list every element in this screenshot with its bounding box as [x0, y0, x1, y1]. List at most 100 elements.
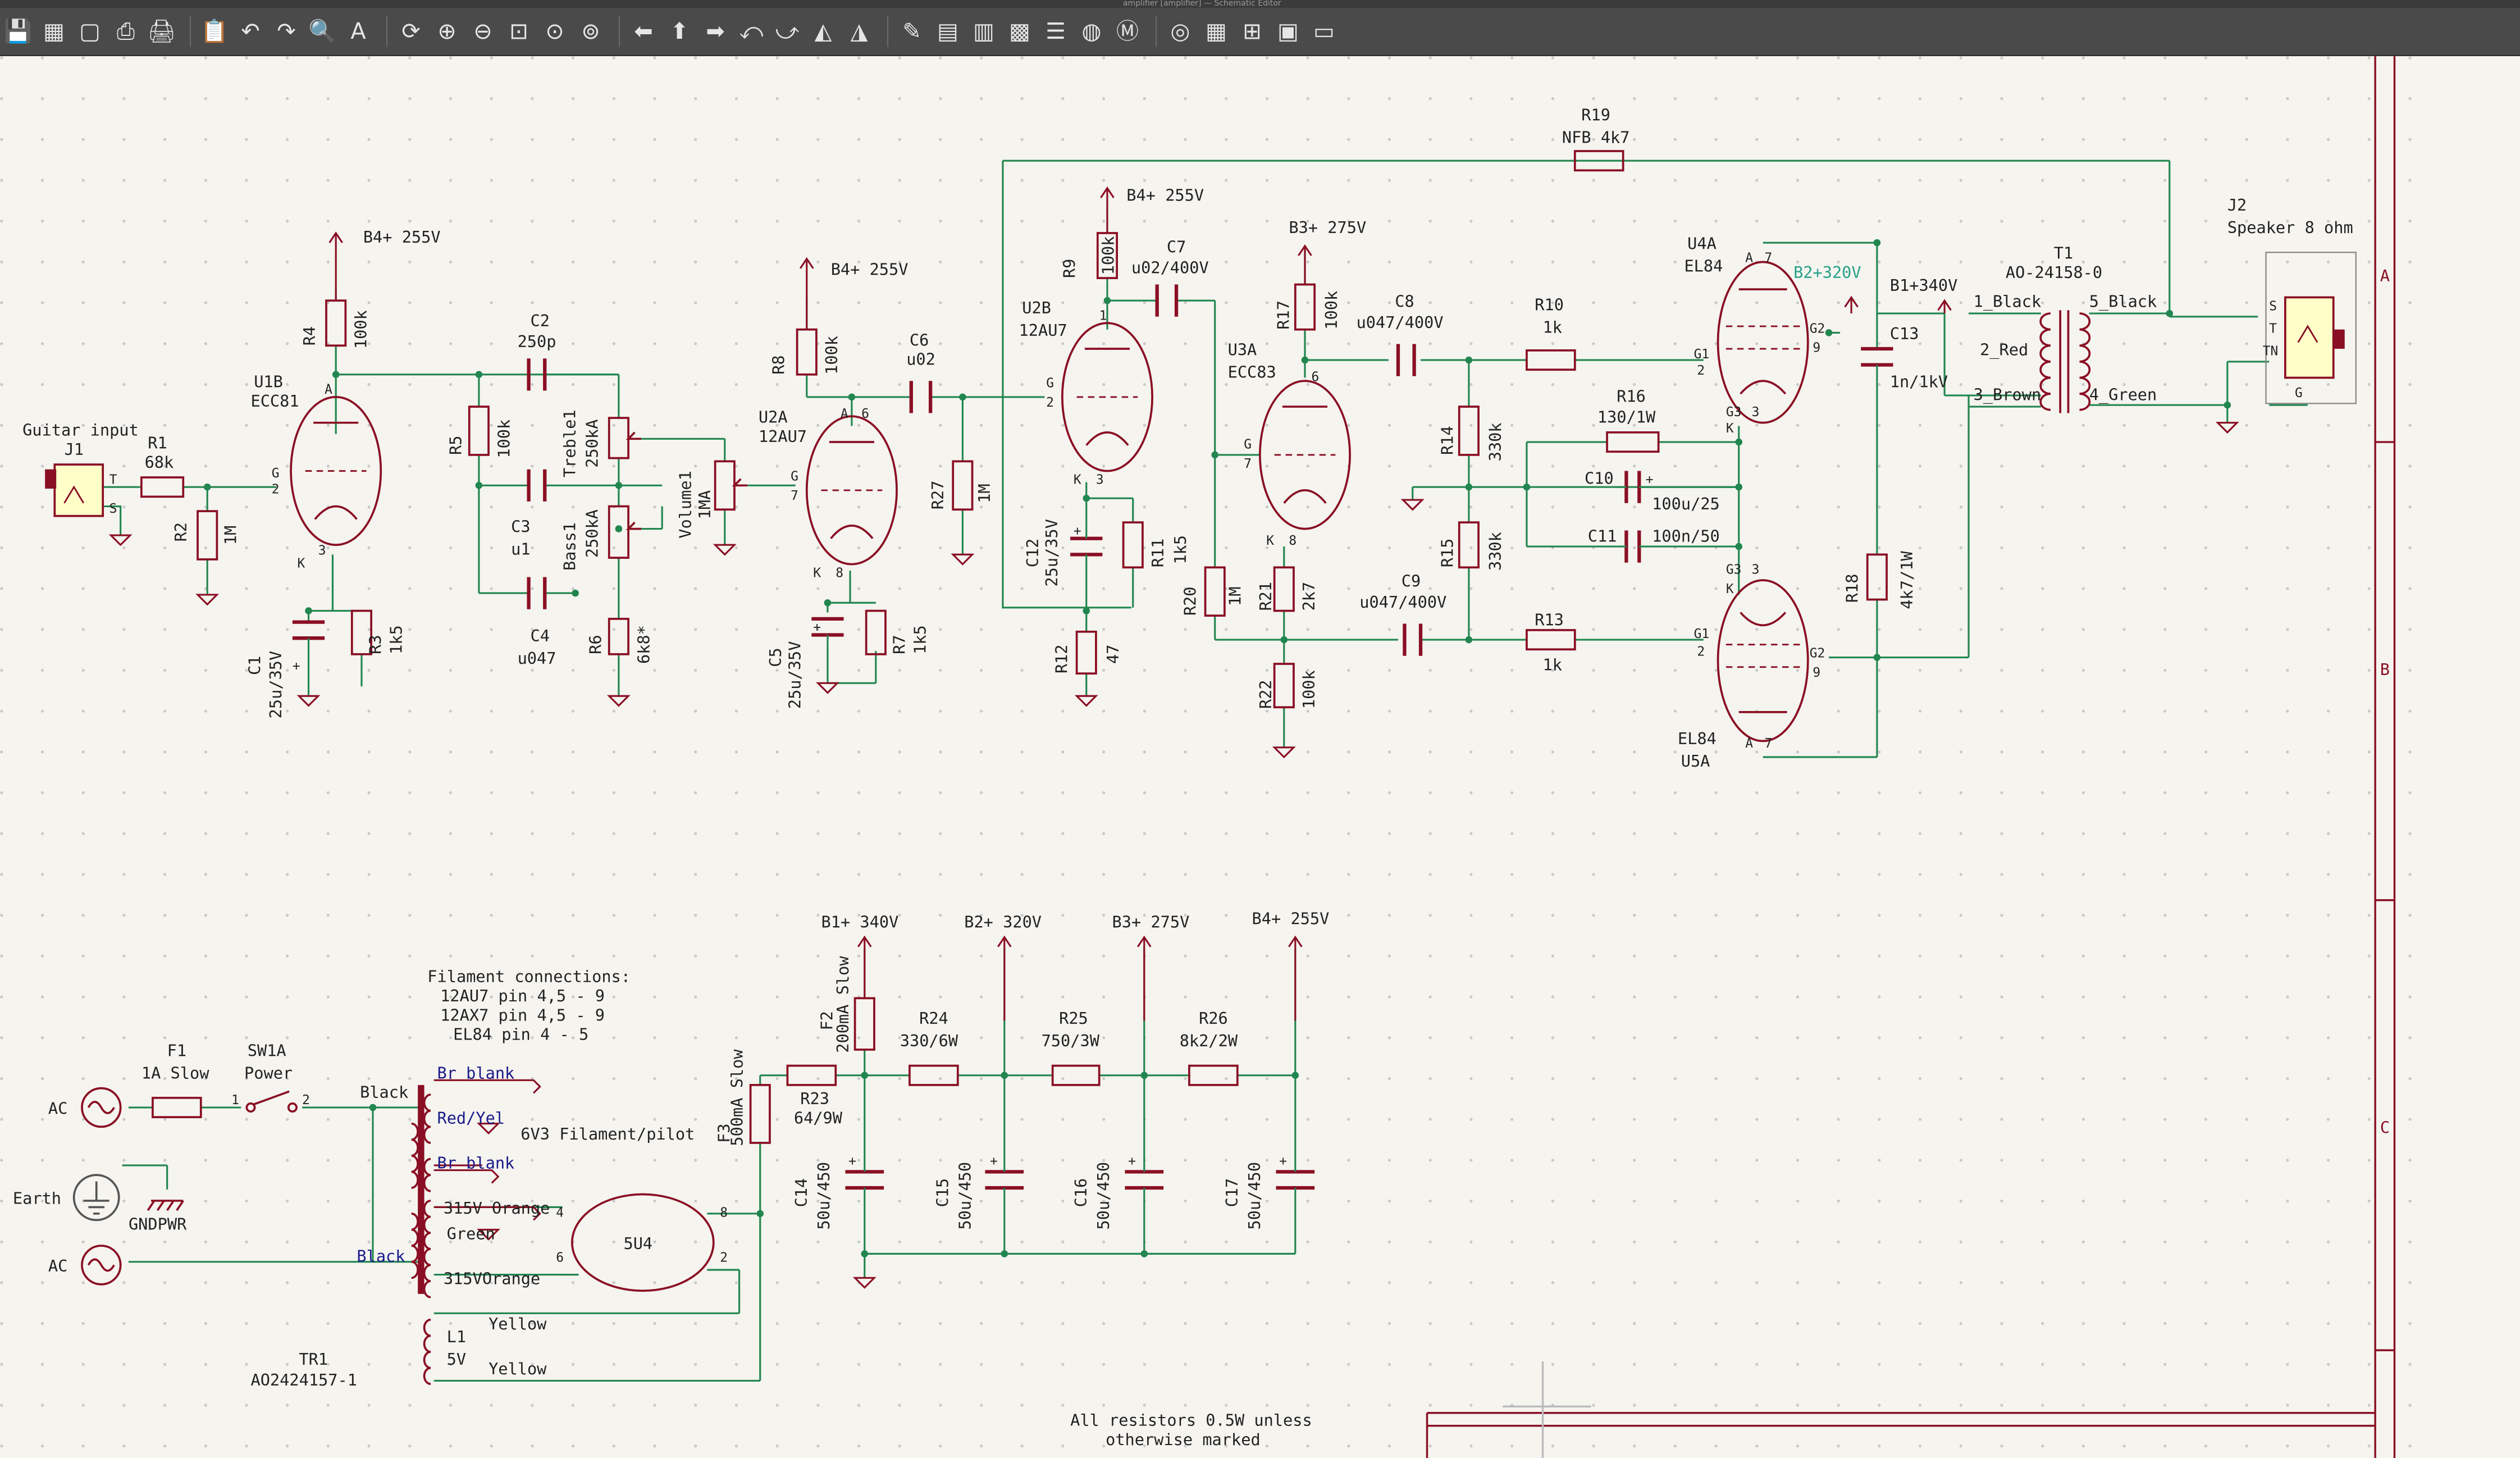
pwr3-label: B4+ 255V: [1126, 186, 1204, 205]
c11-ref: C11: [1588, 526, 1617, 545]
navigate-back-icon[interactable]: ⬅: [628, 14, 659, 49]
bom-icon[interactable]: Ⓜ: [1112, 14, 1143, 49]
annotate-icon[interactable]: ▥: [968, 14, 999, 49]
c17-ref: C17: [1222, 1178, 1241, 1208]
window-title: amplifier [amplifier] — Schematic Editor: [1123, 0, 1281, 8]
undo-icon[interactable]: ↶: [235, 14, 266, 49]
bass1-ref: Bass1: [560, 522, 579, 571]
assign-footprints-icon[interactable]: ◍: [1076, 14, 1107, 49]
tr1-red-yel: Red/Yel: [437, 1109, 505, 1128]
tr1-yellow-1: Yellow: [489, 1314, 547, 1333]
j1-ref: J1: [64, 440, 83, 459]
library-browser-icon[interactable]: ▤: [932, 14, 964, 49]
zoom-selection-icon[interactable]: ⊚: [575, 14, 606, 49]
border-row-b: B: [2380, 660, 2390, 679]
print-icon[interactable]: ⎙: [110, 14, 141, 49]
c15-plus: +: [990, 1154, 998, 1169]
t1-pin-5: 5_Black: [2089, 292, 2157, 312]
resistor-note-2: otherwise marked: [1106, 1430, 1261, 1449]
r19-ref: R19: [1581, 106, 1610, 125]
u2a-value: 12AU7: [759, 427, 807, 446]
treble1-value: 250kA: [583, 420, 602, 468]
r8-value: 100k: [822, 336, 841, 375]
tr1-br-blank-2: Br blank: [437, 1154, 514, 1173]
pwr5-label: B1+340V: [1890, 276, 1958, 295]
j2-pin-t: T: [2269, 321, 2277, 336]
erc-icon[interactable]: ▩: [1004, 14, 1035, 49]
c2-ref: C2: [530, 311, 549, 330]
b3-label: B3+ 275V: [1112, 912, 1190, 931]
zoom-objects-icon[interactable]: ⊙: [539, 14, 570, 49]
c15-ref: C15: [933, 1178, 952, 1208]
u2a-ref: U2A: [759, 408, 788, 427]
pcb-update-icon[interactable]: ⊞: [1236, 14, 1268, 49]
u1b-value: ECC81: [250, 391, 299, 411]
r11-ref: R11: [1148, 539, 1167, 568]
c1-ref: C1: [245, 656, 264, 675]
paste-icon[interactable]: 📋: [199, 14, 230, 49]
r24-value: 330/6W: [900, 1031, 958, 1050]
rotate-cw-icon[interactable]: ⤻: [771, 14, 803, 49]
c12-value: 25u/35V: [1042, 519, 1061, 587]
pcb-editor-icon[interactable]: ▣: [1272, 14, 1304, 49]
border-row-a: A: [2380, 266, 2390, 285]
redo-icon[interactable]: ↷: [271, 14, 302, 49]
u3a-value: ECC83: [1228, 363, 1276, 382]
u2b-ref: U2B: [1022, 298, 1051, 317]
u5a-pin-g2: G2: [1810, 646, 1825, 661]
c15-value: 50u/450: [956, 1162, 975, 1230]
c17-value: 50u/450: [1245, 1162, 1264, 1230]
netlist-icon[interactable]: ☰: [1040, 14, 1071, 49]
j2-pin-g: G: [2295, 386, 2303, 400]
r17-ref: R17: [1273, 300, 1293, 330]
symbol-editor-icon[interactable]: ✎: [896, 14, 928, 49]
rectifier-pin-6: 6: [556, 1251, 564, 1265]
filament-note-4: EL84 pin 4 - 5: [453, 1025, 588, 1044]
ac2-label: AC: [48, 1256, 67, 1275]
scripting-icon[interactable]: ▭: [1308, 14, 1340, 49]
jack-j1[interactable]: [45, 463, 104, 517]
zoom-out-icon[interactable]: ⊖: [467, 14, 499, 49]
u4a-pin-g2: G2: [1810, 321, 1825, 336]
right-panel: [2423, 56, 2520, 1458]
pwr4-label: B3+ 275V: [1289, 218, 1366, 237]
b2-label: B2+ 320V: [964, 912, 1042, 931]
mirror-v-icon[interactable]: ◭: [807, 14, 839, 49]
plot-icon[interactable]: 🖨: [146, 14, 177, 49]
refresh-icon[interactable]: ⟳: [395, 14, 427, 49]
rotate-ccw-icon[interactable]: ⤺: [736, 14, 767, 49]
mirror-h-icon[interactable]: ◮: [843, 14, 875, 49]
r16-value: 130/1W: [1597, 408, 1656, 427]
navigate-up-icon[interactable]: ⬆: [664, 14, 695, 49]
u1b-pin-g: G: [272, 466, 280, 481]
t1-pin-3: 3_Brown: [1974, 385, 2042, 405]
r17-value: 100k: [1322, 291, 1341, 330]
u4a-pin-k: K: [1726, 421, 1734, 436]
u5a-pin-g1: G1: [1694, 627, 1710, 641]
c5-value: 25u/35V: [785, 641, 804, 709]
new-sheet-icon[interactable]: ▢: [74, 14, 106, 49]
r5-ref: R5: [446, 435, 465, 454]
u5a-pin-9: 9: [1813, 666, 1820, 680]
u2b-pin-1: 1: [1099, 309, 1107, 324]
page-settings-icon[interactable]: ▦: [38, 14, 70, 49]
fields-table-icon[interactable]: ▦: [1200, 14, 1232, 49]
r16-ref: R16: [1617, 386, 1646, 405]
t1-pin-2: 2_Red: [1980, 340, 2028, 359]
zoom-in-icon[interactable]: ⊕: [431, 14, 463, 49]
find-replace-icon[interactable]: A: [343, 14, 374, 49]
c7-value: u02/400V: [1131, 258, 1209, 277]
r23-value: 64/9W: [794, 1109, 843, 1128]
save-icon[interactable]: 💾: [2, 14, 34, 49]
j1-pin-t: T: [109, 472, 117, 487]
zoom-fit-icon[interactable]: ⊡: [503, 14, 535, 49]
find-icon[interactable]: 🔍: [307, 14, 338, 49]
simulator-icon[interactable]: ◎: [1165, 14, 1196, 49]
b4-label: B4+ 255V: [1252, 909, 1330, 928]
tr1-value: AO2424157-1: [250, 1370, 357, 1389]
r19-value: NFB 4k7: [1562, 128, 1630, 147]
navigate-forward-icon[interactable]: ➡: [700, 14, 731, 49]
schematic-canvas[interactable]: A B C Guitar input J1 T S R1 68k R2 1M U…: [0, 56, 2423, 1458]
toolbar-separator: [1156, 16, 1157, 47]
j2-pin-s: S: [2269, 299, 2277, 313]
